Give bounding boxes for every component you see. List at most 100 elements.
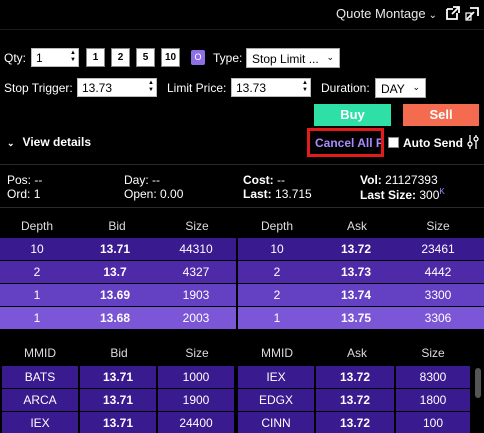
stepper-icon[interactable]: ▲ ▼ bbox=[70, 50, 76, 64]
col-header-ask-depth[interactable]: Depth bbox=[238, 219, 316, 233]
order-row-prices: Stop Trigger: 13.73 ▲ ▼ Limit Price: 13.7… bbox=[0, 78, 484, 98]
mmid-table-row[interactable]: ARCA 13.71 1900 EDGX 13.72 1800 bbox=[0, 389, 472, 411]
depth-cell-ask-size: 23461 bbox=[421, 242, 455, 256]
depth-cell-ask: 13.73 bbox=[340, 265, 372, 279]
mmid-cell-ask-mmid: CINN bbox=[238, 412, 314, 433]
buy-button[interactable]: Buy bbox=[314, 104, 391, 126]
mmid-cell-bid: 13.71 bbox=[80, 389, 156, 411]
depth-cell-bid-size: 1903 bbox=[182, 288, 210, 302]
last-size-stat: Last Size: 300K bbox=[360, 187, 445, 202]
view-details-toggle[interactable]: ⌄ View details bbox=[7, 135, 91, 149]
mmid-cell-bid-mmid: IEX bbox=[2, 412, 78, 433]
popout-icon[interactable] bbox=[444, 4, 462, 22]
auto-send-checkbox[interactable]: Auto Send bbox=[388, 136, 463, 150]
day-stat: Day: -- bbox=[124, 173, 161, 187]
qty-preset-5-button[interactable]: 5 bbox=[136, 48, 155, 67]
depth-cell-ask-size: 3306 bbox=[424, 311, 452, 325]
mmid-cell-ask-size: 8300 bbox=[396, 366, 470, 388]
depth-table-row[interactable]: 1 13.69 1903 2 13.74 3300 bbox=[0, 284, 484, 306]
depth-cell-bid: 13.7 bbox=[103, 265, 127, 279]
vol-stat: Vol: 21127393 bbox=[360, 173, 438, 187]
col-header-ask[interactable]: Ask bbox=[318, 346, 396, 360]
duration-select[interactable]: DAY ⌄ bbox=[375, 78, 426, 98]
qty-label: Qty: bbox=[4, 51, 27, 65]
o-toggle-button[interactable]: O bbox=[191, 50, 205, 65]
depth-cell-ask-depth: 10 bbox=[270, 242, 284, 256]
stepper-icon[interactable]: ▲ ▼ bbox=[302, 80, 308, 94]
qty-preset-2-button[interactable]: 2 bbox=[111, 48, 130, 67]
depth-cell-bid-depth: 1 bbox=[33, 311, 41, 325]
depth-cell-bid-depth: 10 bbox=[30, 242, 44, 256]
limit-price-label: Limit Price: bbox=[167, 81, 227, 95]
qty-preset-1-button[interactable]: 1 bbox=[86, 48, 105, 67]
ord-stat: Ord: 1 bbox=[7, 187, 41, 201]
order-type-select[interactable]: Stop Limit ... ⌄ bbox=[246, 48, 340, 68]
chevron-down-icon: ⌄ bbox=[7, 138, 15, 148]
stop-trigger-input[interactable]: 13.73 ▲ ▼ bbox=[77, 78, 157, 97]
depth-cell-bid: 13.71 bbox=[99, 242, 131, 256]
mmid-cell-ask: 13.72 bbox=[316, 366, 394, 388]
cancel-all-button[interactable]: Cancel All F bbox=[307, 128, 384, 157]
depth-cell-bid: 13.68 bbox=[99, 311, 131, 325]
scrollbar-thumb[interactable] bbox=[475, 368, 481, 398]
depth-cell-bid-depth: 1 bbox=[33, 288, 41, 302]
depth-table-row[interactable]: 1 13.68 2003 1 13.75 3306 bbox=[0, 307, 484, 329]
mmid-cell-ask-size: 1800 bbox=[396, 389, 470, 411]
window-title-dropdown[interactable]: Quote Montage ⌄ bbox=[336, 6, 437, 21]
stepper-icon[interactable]: ▲ ▼ bbox=[148, 80, 154, 94]
col-header-ask-size[interactable]: Size bbox=[398, 219, 478, 233]
auto-send-label: Auto Send bbox=[403, 136, 463, 150]
mmid-cell-bid-size: 1000 bbox=[158, 366, 234, 388]
qty-input[interactable]: 1 ▲ ▼ bbox=[31, 48, 79, 67]
window-title: Quote Montage bbox=[336, 6, 426, 21]
mmid-cell-bid-mmid: ARCA bbox=[2, 389, 78, 411]
mmid-table-row[interactable]: IEX 13.71 24400 CINN 13.72 100 bbox=[0, 412, 472, 433]
depth-cell-bid: 13.69 bbox=[99, 288, 131, 302]
mmid-cell-ask: 13.72 bbox=[316, 412, 394, 433]
mmid-cell-bid: 13.71 bbox=[80, 366, 156, 388]
col-header-bid-size[interactable]: Size bbox=[158, 219, 236, 233]
col-header-bid[interactable]: Bid bbox=[80, 346, 158, 360]
depth-cell-ask-depth: 1 bbox=[273, 311, 281, 325]
open-stat: Open: 0.00 bbox=[124, 187, 184, 201]
col-header-bid-size[interactable]: Size bbox=[158, 346, 236, 360]
column-divider bbox=[236, 261, 238, 283]
col-header-bid-depth[interactable]: Depth bbox=[0, 219, 74, 233]
col-header-ask-size[interactable]: Size bbox=[398, 346, 468, 360]
column-divider bbox=[236, 284, 238, 306]
mmid-table: BATS 13.71 1000 IEX 13.72 8300 ARCA 13.71 1900 ED… bbox=[0, 366, 484, 433]
mmid-cell-bid-mmid: BATS bbox=[2, 366, 78, 388]
type-label: Type: bbox=[213, 51, 243, 65]
col-header-bid-mmid[interactable]: MMID bbox=[0, 346, 80, 360]
chevron-down-icon: ⌄ bbox=[326, 52, 334, 62]
col-header-ask[interactable]: Ask bbox=[318, 219, 396, 233]
checkbox-icon[interactable] bbox=[388, 137, 399, 148]
depth-cell-ask-depth: 2 bbox=[273, 265, 281, 279]
depth-table-row[interactable]: 2 13.7 4327 2 13.73 4442 bbox=[0, 261, 484, 283]
mmid-cell-ask-size: 100 bbox=[396, 412, 470, 433]
mmid-cell-bid-size: 1900 bbox=[158, 389, 234, 411]
mmid-cell-ask-mmid: EDGX bbox=[238, 389, 314, 411]
title-bar: Quote Montage ⌄ bbox=[0, 0, 484, 30]
mmid-cell-ask-mmid: IEX bbox=[238, 366, 314, 388]
sell-button[interactable]: Sell bbox=[403, 104, 479, 126]
depth-cell-ask-depth: 2 bbox=[273, 288, 281, 302]
settings-sliders-icon[interactable] bbox=[466, 134, 480, 150]
depth-table: 10 13.71 44310 10 13.72 23461 2 13.7 4327 2 13.73 4… bbox=[0, 238, 484, 330]
share-icon[interactable] bbox=[464, 4, 482, 22]
col-header-bid[interactable]: Bid bbox=[78, 219, 156, 233]
duration-label: Duration: bbox=[321, 81, 370, 95]
mmid-cell-bid: 13.71 bbox=[80, 412, 156, 433]
stop-trigger-label: Stop Trigger: bbox=[4, 81, 73, 95]
col-header-ask-mmid[interactable]: MMID bbox=[238, 346, 316, 360]
mmid-table-row[interactable]: BATS 13.71 1000 IEX 13.72 8300 bbox=[0, 366, 472, 388]
chevron-down-icon: ⌄ bbox=[428, 10, 438, 21]
view-details-label: View details bbox=[22, 135, 92, 149]
qty-preset-10-button[interactable]: 10 bbox=[161, 48, 180, 67]
depth-cell-ask: 13.75 bbox=[340, 311, 372, 325]
last-stat: Last: 13.715 bbox=[243, 187, 312, 201]
depth-cell-ask-size: 3300 bbox=[424, 288, 452, 302]
depth-cell-bid-size: 2003 bbox=[182, 311, 210, 325]
depth-table-row[interactable]: 10 13.71 44310 10 13.72 23461 bbox=[0, 238, 484, 260]
limit-price-input[interactable]: 13.73 ▲ ▼ bbox=[231, 78, 311, 97]
